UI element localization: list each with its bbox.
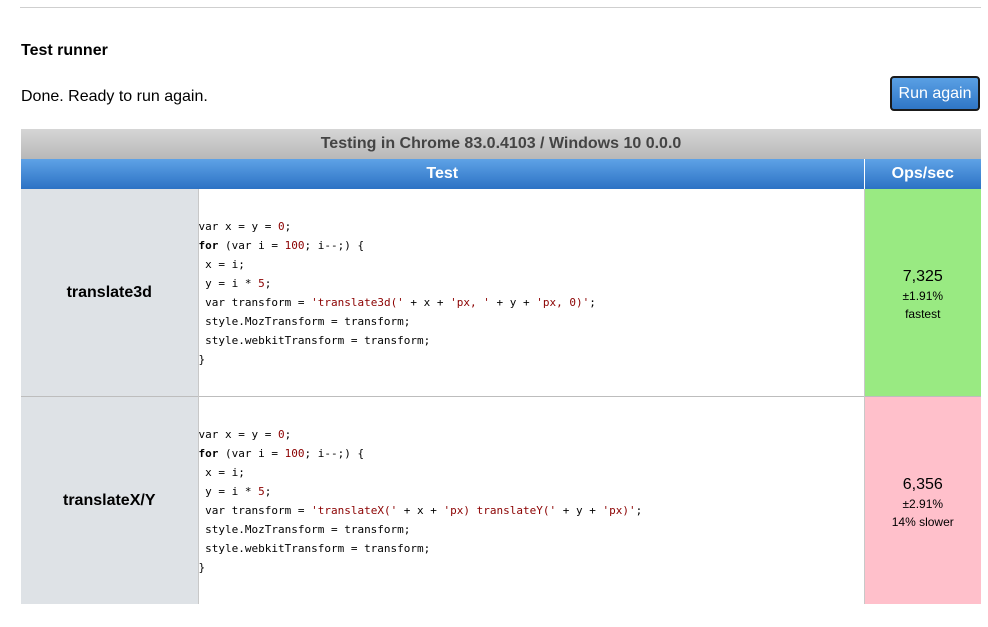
section-title: Test runner bbox=[21, 42, 108, 59]
ops-error: ±1.91% bbox=[902, 288, 944, 303]
top-divider bbox=[20, 7, 981, 8]
table-caption: Testing in Chrome 83.0.4103 / Windows 10… bbox=[21, 129, 982, 159]
test-name: translate3d bbox=[21, 189, 199, 397]
column-header-test: Test bbox=[21, 159, 864, 189]
test-code: var x = y = 0; for (var i = 100; i--;) {… bbox=[198, 396, 865, 604]
code-block: var x = y = 0; for (var i = 100; i--;) {… bbox=[198, 219, 596, 366]
status-text: Done. Ready to run again. bbox=[21, 88, 208, 105]
test-name: translateX/Y bbox=[21, 396, 199, 604]
column-header-ops: Ops/sec bbox=[863, 159, 982, 189]
ops-value: 7,325 bbox=[902, 267, 943, 285]
table-row: translateX/Y var x = y = 0; for (var i =… bbox=[21, 396, 982, 604]
ops-rank: fastest bbox=[905, 306, 941, 321]
table-row: translate3d var x = y = 0; for (var i = … bbox=[21, 189, 982, 397]
run-again-button[interactable]: Run again bbox=[890, 76, 980, 111]
ops-error: ±2.91% bbox=[902, 496, 944, 511]
results-table: Testing in Chrome 83.0.4103 / Windows 10… bbox=[21, 129, 982, 604]
ops-value: 6,356 bbox=[902, 475, 943, 493]
ops-result: 7,325 ±1.91% fastest bbox=[864, 189, 982, 397]
code-block: var x = y = 0; for (var i = 100; i--;) {… bbox=[198, 427, 643, 574]
ops-result: 6,356 ±2.91% 14% slower bbox=[864, 396, 982, 604]
ops-rank: 14% slower bbox=[891, 514, 954, 529]
test-code: var x = y = 0; for (var i = 100; i--;) {… bbox=[198, 189, 865, 397]
